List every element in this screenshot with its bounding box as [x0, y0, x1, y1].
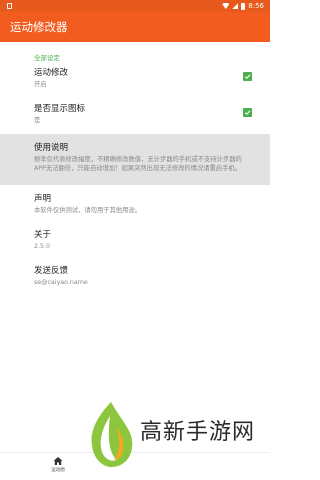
setting-about[interactable]: 关于 2.5.0: [0, 222, 270, 258]
nav-item-home[interactable]: 运动圈: [44, 456, 72, 473]
setting-summary: 根率仅代表修改幅度，不精确修改数值，无计步器的手机或不支持计步器的APP无法翻倍…: [34, 156, 242, 173]
setting-title: 发送反馈: [34, 266, 69, 276]
step-modify-checkbox[interactable]: [243, 72, 252, 81]
wifi-icon: [222, 3, 230, 9]
setting-send-feedback[interactable]: 发送反馈 se@caiyao.name: [0, 258, 270, 294]
setting-summary: 开启: [34, 81, 47, 88]
setting-title: 使用说明: [34, 143, 69, 153]
checkmark-icon: [244, 110, 251, 115]
watermark-text: 高新手游网: [140, 420, 256, 445]
setting-title: 是否显示图标: [34, 104, 86, 114]
status-time: 8:56: [248, 2, 264, 10]
setting-step-modify[interactable]: 运动修改 开启: [0, 64, 270, 100]
setting-summary: 2.5.0: [34, 243, 51, 250]
status-bar: 8:56: [0, 0, 270, 12]
nav-label: 运动圈: [51, 468, 65, 473]
setting-usage-instructions[interactable]: 使用说明 根率仅代表修改幅度，不精确修改数值，无计步器的手机或不支持计步器的AP…: [0, 134, 270, 185]
section-header: 全部设定: [34, 54, 60, 62]
signal-icon: [232, 3, 239, 9]
setting-summary: 本软件仅供测试，请勿用于其他用途。: [34, 207, 142, 214]
home-icon: [53, 457, 63, 465]
watermark-logo-icon: [91, 402, 133, 468]
watermark: 高新手游网: [86, 398, 266, 470]
show-icon-checkbox[interactable]: [243, 108, 252, 117]
setting-summary: se@caiyao.name: [34, 279, 88, 286]
notification-icon: [7, 3, 12, 9]
setting-title: 运动修改: [34, 68, 69, 78]
setting-title: 声明: [34, 194, 52, 204]
setting-title: 关于: [34, 230, 52, 240]
app-bar: 运动修改器: [0, 12, 270, 42]
setting-summary: 是: [34, 117, 41, 124]
battery-icon: [241, 2, 246, 10]
setting-show-icon[interactable]: 是否显示图标 是: [0, 100, 270, 134]
setting-declaration[interactable]: 声明 本软件仅供测试，请勿用于其他用途。: [0, 185, 270, 222]
app-title: 运动修改器: [10, 20, 68, 34]
checkmark-icon: [244, 74, 251, 79]
